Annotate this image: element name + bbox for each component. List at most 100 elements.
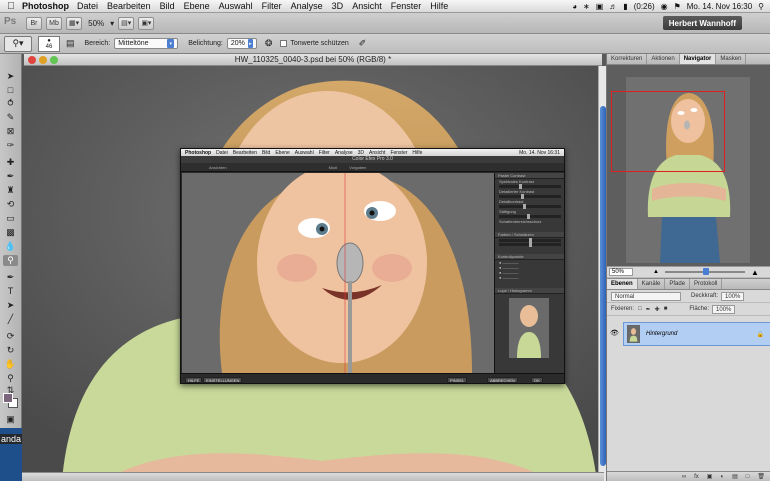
blur-tool-icon[interactable]: 💧 <box>3 241 18 252</box>
volume-icon[interactable]: ♬ <box>609 2 617 11</box>
lock-pixels-icon[interactable]: ✒ <box>646 306 651 313</box>
tab-ebenen[interactable]: Ebenen <box>607 279 638 289</box>
lock-all-icon[interactable]: ■ <box>664 306 668 312</box>
brush-preset-picker[interactable]: ● 46 <box>38 35 60 52</box>
zoom-in-icon[interactable]: ▲ <box>751 268 759 277</box>
wifi-icon[interactable]: ◉ <box>661 2 668 11</box>
tab-kanaele[interactable]: Kanäle <box>638 279 666 289</box>
menu-fenster[interactable]: Fenster <box>391 1 422 11</box>
layer-style-icon[interactable]: fx <box>694 474 699 480</box>
crop-tool-icon[interactable]: ⊠ <box>3 126 18 137</box>
new-group-icon[interactable]: ▤ <box>732 473 738 480</box>
tab-protokoll[interactable]: Protokoll <box>690 279 723 289</box>
close-window-icon[interactable] <box>28 56 36 64</box>
navigator-view-box[interactable] <box>611 91 725 172</box>
tab-navigator[interactable]: Navigator <box>679 54 717 64</box>
eyedropper-tool-icon[interactable]: ✑ <box>3 140 18 151</box>
document-title-bar[interactable]: HW_110325_0040-3.psd bei 50% (RGB/8) * <box>24 54 602 66</box>
exposure-field[interactable]: 20% ▸ <box>226 38 257 49</box>
path-selection-tool-icon[interactable]: ➤ <box>3 300 18 311</box>
foreground-color-swatch[interactable] <box>3 393 13 403</box>
range-select[interactable]: Mitteltöne ▾ <box>114 38 179 49</box>
pen-tool-icon[interactable]: ✒ <box>3 272 18 283</box>
battery-icon[interactable]: ▮ <box>623 2 627 11</box>
menu-hilfe[interactable]: Hilfe <box>430 1 448 11</box>
spotlight-icon[interactable]: ⚲ <box>758 2 764 11</box>
sync-icon[interactable]: ◕ <box>572 2 577 11</box>
zoom-tool-icon[interactable]: ⚲ <box>3 373 18 384</box>
layer-visibility-eye-icon[interactable]: 👁 <box>610 329 619 337</box>
eraser-tool-icon[interactable]: ▭ <box>3 213 18 224</box>
tool-preset-picker[interactable]: ⚲ ▾ <box>4 35 32 52</box>
airbrush-icon[interactable]: ❂ <box>265 38 273 49</box>
zoom-dropdown-icon[interactable]: ▾ <box>110 19 114 28</box>
pressure-icon[interactable]: ✐ <box>359 38 367 49</box>
link-layers-icon[interactable]: ∞ <box>682 474 686 480</box>
add-mask-icon[interactable]: ▣ <box>707 473 713 480</box>
menu-bearbeiten[interactable]: Bearbeiten <box>107 1 151 11</box>
brush-panel-icon[interactable]: ▤ <box>66 38 75 49</box>
lock-transparency-icon[interactable]: □ <box>638 306 642 312</box>
move-tool-icon[interactable]: ➤ <box>3 71 18 82</box>
type-tool-icon[interactable]: T <box>3 286 18 297</box>
background-window[interactable]: anda <box>0 428 23 481</box>
screen-mode-button[interactable]: ▣▾ <box>138 16 155 30</box>
zoom-window-icon[interactable] <box>50 56 58 64</box>
3d-orbit-tool-icon[interactable]: ↻ <box>3 345 18 356</box>
blend-mode-select[interactable]: Normal <box>611 291 681 301</box>
tab-pfade[interactable]: Pfade <box>665 279 691 289</box>
healing-brush-tool-icon[interactable]: ✚ <box>3 157 18 168</box>
canvas-vertical-scrollbar[interactable] <box>598 66 606 481</box>
shape-tool-icon[interactable]: ╱ <box>3 314 18 325</box>
zoom-level[interactable]: 50% <box>88 19 104 28</box>
navigator-zoom-slider[interactable] <box>664 268 745 275</box>
fill-field[interactable]: 100% <box>712 304 736 314</box>
new-layer-icon[interactable]: □ <box>746 474 750 480</box>
protect-tones-checkbox[interactable] <box>280 40 288 47</box>
menu-datei[interactable]: Datei <box>77 1 98 11</box>
menu-ebene[interactable]: Ebene <box>184 1 210 11</box>
layer-row-hintergrund[interactable]: Hintergrund 🔒 <box>623 322 770 346</box>
clock[interactable]: Mo. 14. Nov 16:30 <box>687 2 752 11</box>
menu-analyse[interactable]: Analyse <box>291 1 323 11</box>
embed-brush-button: PINSEL <box>447 377 468 383</box>
menu-app-name[interactable]: Photoshop <box>22 1 69 11</box>
tab-aktionen[interactable]: Aktionen <box>647 54 680 64</box>
menu-bild[interactable]: Bild <box>160 1 175 11</box>
tab-masken[interactable]: Masken <box>716 54 747 64</box>
marquee-tool-icon[interactable]: □ <box>3 85 18 96</box>
navigator-preview[interactable] <box>607 65 770 266</box>
workspace-user-button[interactable]: Herbert Wannhoff <box>662 16 742 30</box>
minibridge-button[interactable]: Mb <box>46 16 62 30</box>
navigator-zoom-input[interactable]: 50% <box>609 268 633 276</box>
history-brush-tool-icon[interactable]: ⟲ <box>3 199 18 210</box>
hand-tool-icon[interactable]: ✋ <box>3 359 18 370</box>
menu-auswahl[interactable]: Auswahl <box>219 1 253 11</box>
brush-tool-icon[interactable]: ✒ <box>3 171 18 182</box>
apple-icon[interactable]:  <box>0 1 22 12</box>
menu-ansicht[interactable]: Ansicht <box>352 1 382 11</box>
zoom-slider-handle[interactable] <box>702 268 709 275</box>
tab-korrekturen[interactable]: Korrekturen <box>607 54 648 64</box>
zoom-out-icon[interactable]: ▲ <box>653 269 659 275</box>
menu-filter[interactable]: Filter <box>262 1 282 11</box>
menu-3d[interactable]: 3D <box>332 1 344 11</box>
display-icon[interactable]: ▣ <box>596 2 604 11</box>
opacity-field[interactable]: 100% <box>721 291 745 301</box>
flag-icon[interactable]: ⚑ <box>674 2 681 11</box>
arrange-documents-button[interactable]: ▤▾ <box>118 16 135 30</box>
minimize-window-icon[interactable] <box>39 56 47 64</box>
clone-stamp-tool-icon[interactable]: ♜ <box>3 185 18 196</box>
3d-rotate-tool-icon[interactable]: ⟳ <box>3 331 18 342</box>
gradient-tool-icon[interactable]: ▩ <box>3 227 18 238</box>
quick-mask-icon[interactable]: ▣ <box>3 414 18 425</box>
lock-position-icon[interactable]: ✚ <box>655 306 660 313</box>
dodge-tool-icon[interactable]: ⚲ <box>3 255 18 266</box>
bluetooth-icon[interactable]: ∗ <box>583 2 590 11</box>
adjustment-layer-icon[interactable]: ◐ <box>720 474 724 480</box>
view-extras-button[interactable]: ▦▾ <box>66 16 83 30</box>
bridge-button[interactable]: Br <box>26 16 42 30</box>
lasso-tool-icon[interactable]: ⥀ <box>3 98 18 109</box>
quick-selection-tool-icon[interactable]: ✎ <box>3 112 18 123</box>
delete-layer-icon[interactable]: 🗑 <box>757 473 765 480</box>
